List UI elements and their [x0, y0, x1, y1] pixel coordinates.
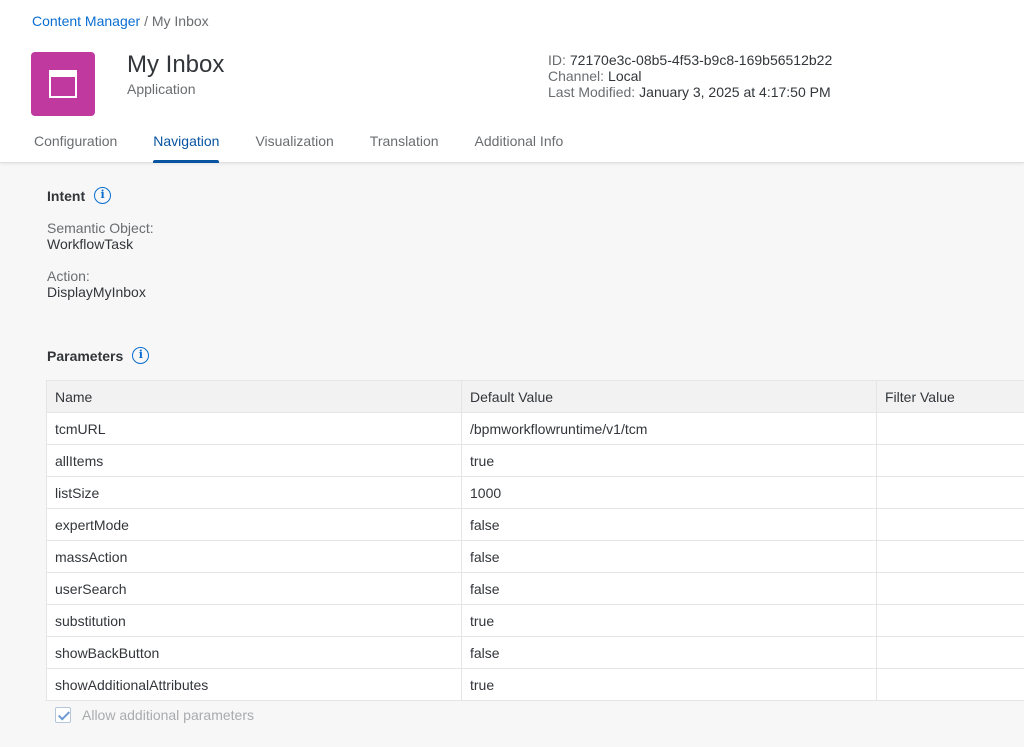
intent-section-title: Intent i — [47, 187, 112, 204]
param-filter — [876, 412, 1024, 445]
param-filter — [876, 444, 1024, 477]
param-default: true — [461, 604, 877, 637]
meta-channel-value: Local — [608, 68, 642, 84]
meta-id-value: 72170e3c-08b5-4f53-b9c8-169b56512b22 — [569, 52, 833, 68]
param-default: false — [461, 508, 877, 541]
tab-configuration[interactable]: Configuration — [16, 120, 135, 163]
allow-additional-parameters-label: Allow additional parameters — [82, 707, 254, 723]
param-default: false — [461, 540, 877, 573]
param-name: massAction — [46, 540, 462, 573]
action-label: Action: — [47, 268, 90, 284]
tab-additional-info[interactable]: Additional Info — [457, 120, 582, 163]
info-icon[interactable]: i — [132, 347, 150, 364]
semantic-object-label: Semantic Object: — [47, 220, 154, 236]
tab-bar: Configuration Navigation Visualization T… — [16, 120, 581, 163]
allow-additional-parameters-checkbox[interactable] — [55, 707, 71, 723]
breadcrumb-current: My Inbox — [151, 13, 209, 29]
breadcrumb-link-content-manager[interactable]: Content Manager — [32, 13, 140, 29]
column-header-filter-value[interactable]: Filter Value — [876, 380, 1024, 413]
param-default: /bpmworkflowruntime/v1/tcm — [461, 412, 877, 445]
param-name: showBackButton — [46, 636, 462, 669]
intent-title: Intent — [47, 187, 86, 204]
tab-translation[interactable]: Translation — [352, 120, 457, 163]
window-glyph — [49, 70, 77, 98]
param-filter — [876, 540, 1024, 573]
param-filter — [876, 572, 1024, 605]
param-filter — [876, 476, 1024, 509]
page-title: My Inbox — [127, 51, 225, 78]
param-default: 1000 — [461, 476, 877, 509]
table-row[interactable]: tcmURL/bpmworkflowruntime/v1/tcm — [46, 412, 1024, 445]
action-value: DisplayMyInbox — [47, 284, 146, 300]
table-row[interactable]: userSearch false — [46, 572, 1024, 605]
param-name: tcmURL — [46, 412, 462, 445]
meta-modified: Last Modified: January 3, 2025 at 4:17:50… — [548, 84, 832, 100]
param-default: false — [461, 636, 877, 669]
meta-channel-label: Channel: — [548, 68, 605, 84]
meta-channel: Channel: Local — [548, 68, 832, 84]
application-window-icon — [31, 52, 95, 116]
semantic-object-value: WorkflowTask — [47, 236, 134, 252]
table-row[interactable]: allItems true — [46, 444, 1024, 477]
table-row[interactable]: substitution true — [46, 604, 1024, 637]
param-name: substitution — [46, 604, 462, 637]
table-row[interactable]: showAdditionalAttributes true — [46, 668, 1024, 701]
meta-id-label: ID: — [548, 52, 566, 68]
column-header-name[interactable]: Name — [46, 380, 462, 413]
parameters-table: Name Default Value Filter Value tcmURL/b… — [46, 380, 1024, 701]
param-default: true — [461, 444, 877, 477]
param-filter — [876, 604, 1024, 637]
meta-id: ID: 72170e3c-08b5-4f53-b9c8-169b56512b22 — [548, 52, 832, 68]
table-header-row: Name Default Value Filter Value — [46, 380, 1024, 413]
table-row[interactable]: showBackButton false — [46, 636, 1024, 669]
parameters-title: Parameters — [47, 347, 124, 364]
param-name: userSearch — [46, 572, 462, 605]
param-filter — [876, 668, 1024, 701]
param-name: allItems — [46, 444, 462, 477]
column-header-default-value[interactable]: Default Value — [461, 380, 877, 413]
param-name: expertMode — [46, 508, 462, 541]
parameters-section-title: Parameters i — [47, 347, 150, 364]
tab-navigation[interactable]: Navigation — [135, 120, 237, 163]
meta-modified-value: January 3, 2025 at 4:17:50 PM — [639, 84, 831, 100]
table-row[interactable]: listSize 1000 — [46, 476, 1024, 509]
meta-modified-label: Last Modified: — [548, 84, 636, 100]
table-row[interactable]: massAction false — [46, 540, 1024, 573]
breadcrumb: Content Manager / My Inbox — [32, 13, 209, 29]
breadcrumb-separator: / — [140, 13, 152, 29]
page-subtitle: Application — [127, 81, 196, 97]
allow-additional-parameters: Allow additional parameters — [55, 707, 254, 723]
param-name: listSize — [46, 476, 462, 509]
param-name: showAdditionalAttributes — [46, 668, 462, 701]
object-header: Content Manager / My Inbox My Inbox Appl… — [0, 0, 1024, 163]
header-meta: ID: 72170e3c-08b5-4f53-b9c8-169b56512b22 … — [548, 52, 832, 100]
param-default: true — [461, 668, 877, 701]
param-filter — [876, 636, 1024, 669]
param-filter — [876, 508, 1024, 541]
table-row[interactable]: expertMode false — [46, 508, 1024, 541]
param-default: false — [461, 572, 877, 605]
tab-visualization[interactable]: Visualization — [237, 120, 351, 163]
info-icon[interactable]: i — [94, 187, 112, 204]
